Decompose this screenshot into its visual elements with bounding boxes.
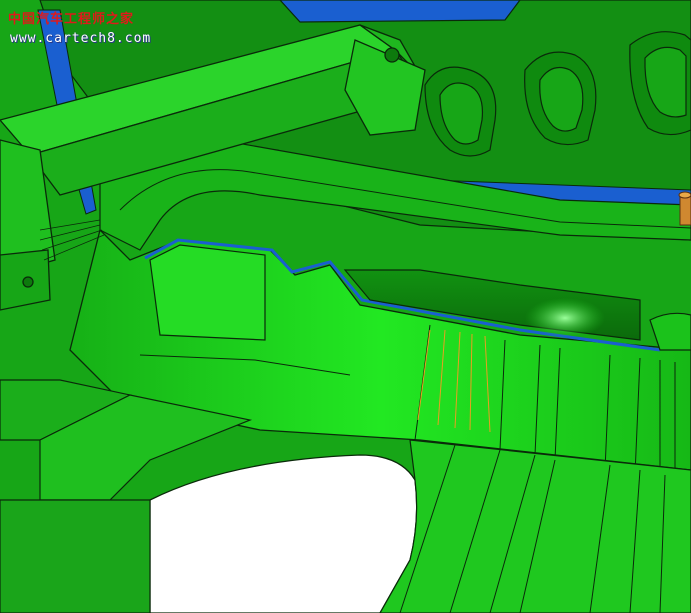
cad-3d-viewport[interactable]: 中国汽车工程师之家 www.cartech8.com [0, 0, 691, 613]
inner-recess [149, 244, 266, 341]
cad-model-render[interactable] [0, 0, 691, 613]
lower-right-surface [379, 439, 691, 613]
watermark-url: www.cartech8.com [10, 31, 152, 46]
watermark-title: 中国汽车工程师之家 [8, 12, 135, 27]
bottom-left-edge [0, 499, 151, 613]
pin-part [678, 191, 691, 226]
blue-face-top [279, 0, 521, 23]
pocket-glow [525, 298, 605, 338]
